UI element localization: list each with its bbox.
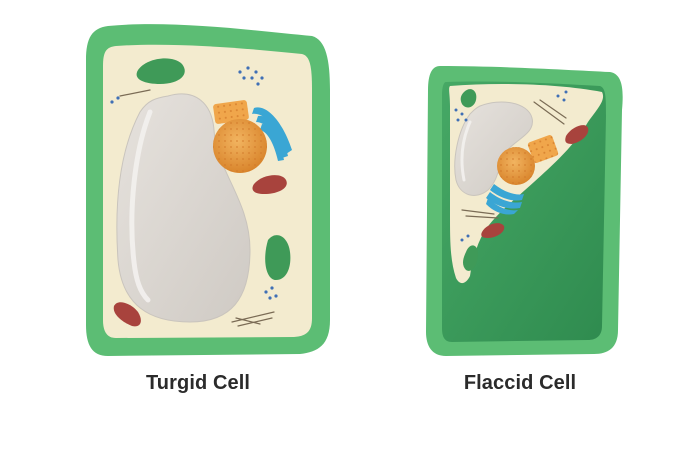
flaccid-cell-label: Flaccid Cell	[463, 372, 577, 394]
flaccid-cell	[426, 66, 623, 356]
chloroplast	[265, 235, 291, 280]
turgid-cell-label: Turgid Cell	[145, 372, 251, 394]
turgid-cell	[86, 24, 330, 357]
